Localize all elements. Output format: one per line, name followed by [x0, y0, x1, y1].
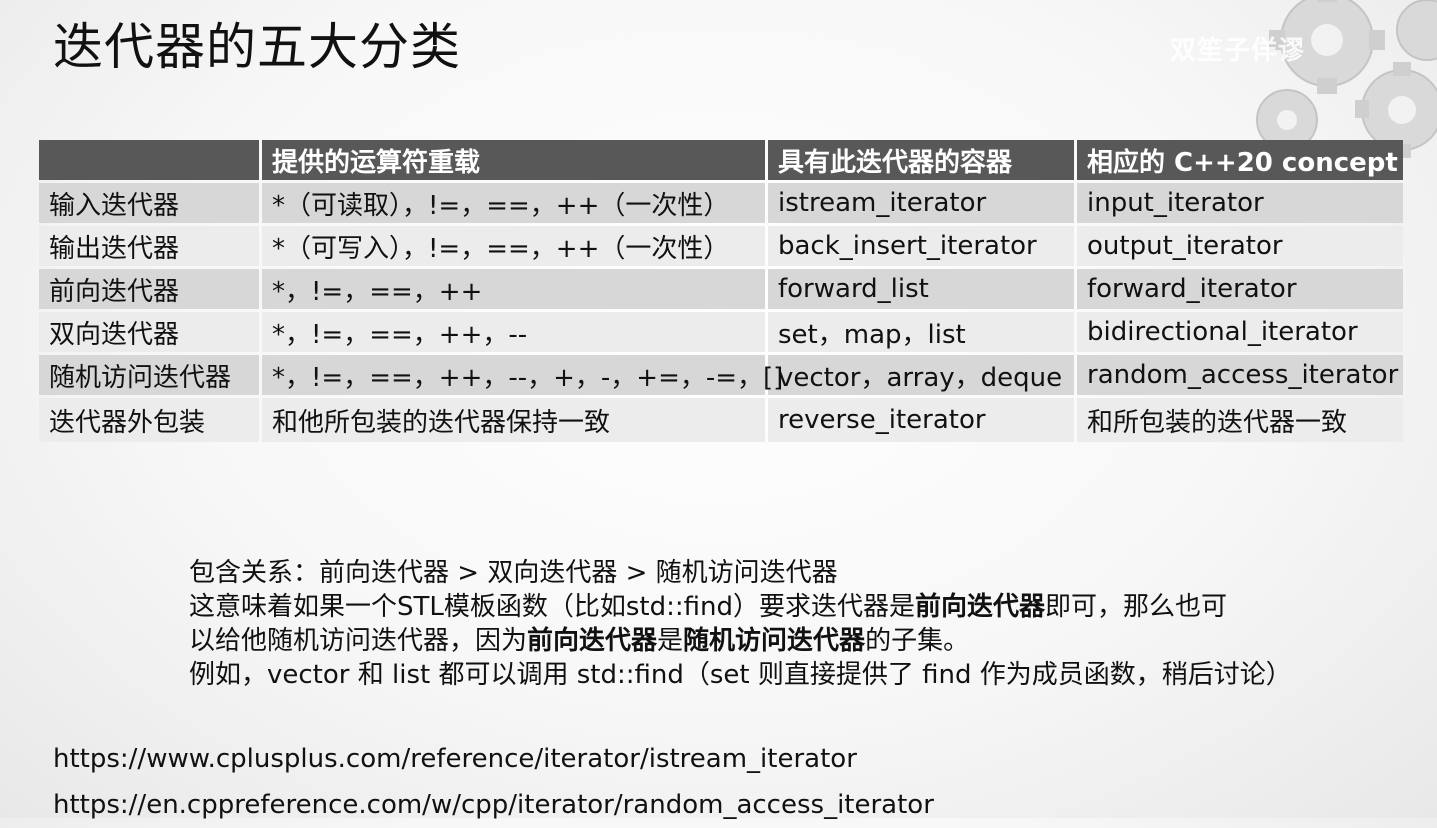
table-row: 前向迭代器 *，!=，==，++ forward_list forward_it…	[39, 269, 1403, 309]
cell-category: 输入迭代器	[39, 183, 259, 223]
notes-block: 包含关系：前向迭代器 > 双向迭代器 > 随机访问迭代器 这意味着如果一个STL…	[189, 556, 1292, 692]
table-row: 双向迭代器 *，!=，==，++，-- set，map，list bidirec…	[39, 312, 1403, 352]
table-row: 输入迭代器 *（可读取），!=，==，++（一次性） istream_itera…	[39, 183, 1403, 223]
cell-containers: set，map，list	[768, 312, 1074, 352]
note-line: 以给他随机访问迭代器，因为前向迭代器是随机访问迭代器的子集。	[189, 624, 1292, 658]
header-cell-category	[39, 140, 259, 180]
note-text: 即可，那么也可	[1045, 592, 1228, 622]
reference-links: https://www.cplusplus.com/reference/iter…	[53, 736, 934, 828]
table-header-row: 提供的运算符重载 具有此迭代器的容器 相应的 C++20 concept	[39, 140, 1403, 180]
note-line: 例如，vector 和 list 都可以调用 std::find（set 则直接…	[189, 660, 1292, 690]
cell-containers: reverse_iterator	[768, 398, 1074, 442]
cell-concept: forward_iterator	[1077, 269, 1403, 309]
note-bold: 随机访问迭代器	[683, 626, 866, 656]
header-cell-containers: 具有此迭代器的容器	[768, 140, 1074, 180]
note-bold: 前向迭代器	[527, 626, 658, 656]
note-line: 这意味着如果一个STL模板函数（比如std::find）要求迭代器是前向迭代器即…	[189, 590, 1292, 624]
cell-operators: *，!=，==，++，--	[262, 312, 765, 352]
reference-link[interactable]: https://en.cppreference.com/w/cpp/iterat…	[53, 782, 934, 828]
note-text: 的子集。	[865, 626, 970, 656]
cell-operators: 和他所包装的迭代器保持一致	[262, 398, 765, 442]
table-row: 迭代器外包装 和他所包装的迭代器保持一致 reverse_iterator 和所…	[39, 398, 1403, 442]
iterator-categories-table: 提供的运算符重载 具有此迭代器的容器 相应的 C++20 concept 输入迭…	[36, 137, 1406, 445]
note-text: 这意味着如果一个STL模板函数（比如std::find）要求迭代器是	[189, 592, 915, 622]
note-text: 以给他随机访问迭代器，因为	[189, 626, 528, 656]
table-row: 输出迭代器 *（可写入），!=，==，++（一次性） back_insert_i…	[39, 226, 1403, 266]
note-bold: 前向迭代器	[915, 592, 1046, 622]
cell-containers: back_insert_iterator	[768, 226, 1074, 266]
cell-operators: *（可写入），!=，==，++（一次性）	[262, 226, 765, 266]
header-cell-concept: 相应的 C++20 concept	[1077, 140, 1403, 180]
cell-concept: 和所包装的迭代器一致	[1077, 398, 1403, 442]
slide-title: 迭代器的五大分类	[53, 18, 461, 76]
cell-category: 前向迭代器	[39, 269, 259, 309]
cell-category: 输出迭代器	[39, 226, 259, 266]
note-line: 包含关系：前向迭代器 > 双向迭代器 > 随机访问迭代器	[189, 558, 838, 588]
cell-category: 迭代器外包装	[39, 398, 259, 442]
cell-category: 随机访问迭代器	[39, 355, 259, 395]
cell-operators: *，!=，==，++，--，+，-，+=，-=，[]	[262, 355, 783, 395]
cell-category: 双向迭代器	[39, 312, 259, 352]
header-cell-operators: 提供的运算符重载	[262, 140, 765, 180]
cell-operators: *（可读取），!=，==，++（一次性）	[262, 183, 765, 223]
cell-concept: output_iterator	[1077, 226, 1403, 266]
reference-link[interactable]: https://www.cplusplus.com/reference/iter…	[53, 736, 934, 782]
cell-concept: random_access_iterator	[1077, 355, 1403, 395]
cell-concept: input_iterator	[1077, 183, 1403, 223]
watermark: 双笙子佯谬	[1170, 36, 1306, 66]
cell-containers: forward_list	[768, 269, 1074, 309]
cell-operators: *，!=，==，++	[262, 269, 765, 309]
note-text: 是	[657, 626, 684, 656]
table-row: 随机访问迭代器 *，!=，==，++，--，+，-，+=，-=，[] vecto…	[39, 355, 1403, 395]
cell-concept: bidirectional_iterator	[1077, 312, 1403, 352]
cell-containers: istream_iterator	[768, 183, 1074, 223]
cell-containers: vector，array，deque	[768, 355, 1074, 395]
